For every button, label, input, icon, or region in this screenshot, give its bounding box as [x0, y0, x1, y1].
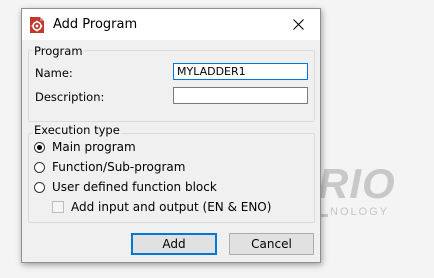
description-input[interactable] — [173, 87, 308, 104]
gear-document-icon — [28, 16, 46, 34]
radio-user-defined-function-block[interactable]: User defined function block — [34, 180, 217, 194]
en-eno-checkbox-label: Add input and output (EN & ENO) — [71, 200, 272, 214]
en-eno-checkbox[interactable] — [52, 201, 64, 213]
radio-button[interactable] — [34, 141, 45, 153]
name-input[interactable] — [173, 63, 308, 80]
radio-main-program[interactable]: Main program — [34, 140, 136, 154]
name-label: Name: — [35, 66, 73, 80]
add-program-dialog: Add Program Program Name: Description: E… — [21, 8, 321, 263]
radio-main-program-label: Main program — [52, 140, 136, 154]
radio-button[interactable] — [34, 181, 45, 193]
background-logo-text: RIO — [318, 160, 396, 207]
background-logo: RIO NOLOGY — [318, 160, 434, 230]
radio-function-subprogram-label: Function/Sub-program — [52, 160, 186, 174]
radio-user-defined-function-block-label: User defined function block — [52, 180, 217, 194]
close-button[interactable] — [276, 9, 320, 40]
execution-type-title: Execution type — [33, 123, 121, 137]
close-icon — [292, 19, 304, 30]
dialog-titlebar[interactable]: Add Program — [22, 9, 320, 40]
en-eno-checkbox-row[interactable]: Add input and output (EN & ENO) — [52, 200, 271, 214]
description-label: Description: — [35, 90, 105, 104]
background-logo-subtext: NOLOGY — [330, 206, 390, 218]
cancel-button[interactable]: Cancel — [229, 233, 314, 255]
program-group-title: Program — [33, 44, 84, 58]
radio-button[interactable] — [34, 161, 45, 173]
radio-function-subprogram[interactable]: Function/Sub-program — [34, 160, 185, 174]
dialog-title: Add Program — [53, 17, 138, 32]
add-button[interactable]: Add — [131, 233, 217, 255]
program-group — [28, 50, 315, 122]
